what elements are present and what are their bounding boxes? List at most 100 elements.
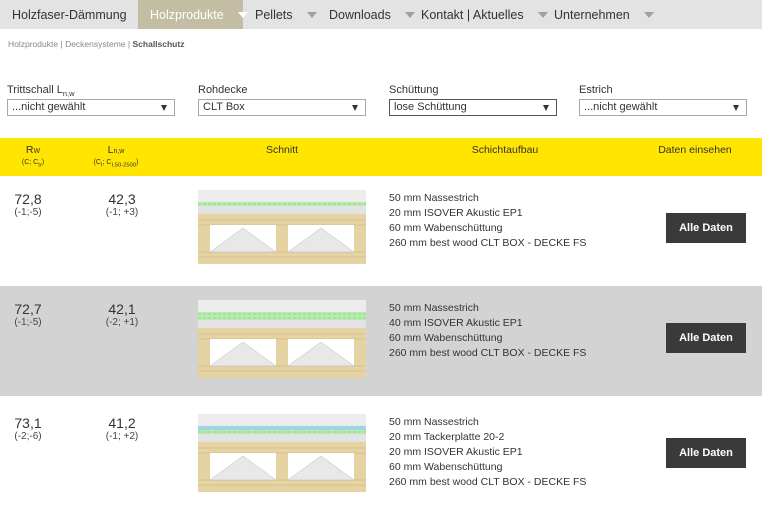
layer-fill (198, 320, 366, 328)
nav-label: Kontakt | Aktuelles (421, 7, 524, 22)
select-value: ...nicht gewählt (584, 101, 658, 113)
note-end: ) (136, 159, 139, 166)
caret-down-icon (352, 105, 358, 111)
lnw-value: 42,1 (108, 301, 136, 317)
layer-item: 60 mm Wabenschüttung (389, 461, 503, 473)
chevron-down-icon (306, 11, 317, 18)
filter-label-text: Schüttung (389, 84, 439, 96)
breadcrumb-separator: | (60, 39, 63, 49)
schuettung-select[interactable]: lose Schüttung (389, 99, 557, 116)
layer-screed (198, 300, 366, 312)
layer-item: 60 mm Wabenschüttung (389, 222, 503, 234)
header-lnw[interactable]: Ln,w (CI; CI,50-2500) (86, 144, 146, 170)
nav-label: Pellets (255, 7, 293, 22)
caret-down-icon (543, 105, 549, 111)
nav-label: Unternehmen (554, 7, 630, 22)
estrich-select[interactable]: ...nicht gewählt (579, 99, 747, 116)
filter-rohdecke: Rohdecke CLT Box (198, 84, 366, 116)
filter-label: Estrich (579, 84, 747, 99)
caret-down-icon (733, 105, 739, 111)
nav-label: Downloads (329, 7, 391, 22)
cross-section-image (198, 414, 366, 492)
layer-item: 40 mm ISOVER Akustic EP1 (389, 317, 523, 329)
header-rw-note: (C; Ctr) (8, 158, 58, 170)
nav-label: Holzfaser-Dämmung (12, 7, 127, 22)
header-daten: Daten einsehen (658, 144, 732, 156)
filter-label: Trittschall Ln,w (7, 84, 175, 99)
breadcrumb-current: Schallschutz (132, 39, 185, 49)
layer-item: 20 mm ISOVER Akustic EP1 (389, 446, 523, 458)
select-value: CLT Box (203, 101, 245, 113)
all-data-button[interactable]: Alle Daten (666, 323, 746, 353)
filter-label: Rohdecke (198, 84, 366, 99)
select-value: lose Schüttung (394, 101, 467, 113)
layer-list: 50 mm Nassestrich 20 mm ISOVER Akustic E… (389, 191, 586, 251)
nav-label: Holzprodukte (150, 7, 224, 22)
rohdecke-select[interactable]: CLT Box (198, 99, 366, 116)
layer-fill (198, 434, 366, 442)
layer-item: 20 mm Tackerplatte 20-2 (389, 431, 505, 443)
note-end: ) (41, 159, 45, 166)
filter-label-text: Estrich (579, 84, 613, 96)
layer-item: 260 mm best wood CLT BOX - DECKE FS (389, 237, 587, 249)
nav-item-holzfaser[interactable]: Holzfaser-Dämmung (0, 0, 151, 29)
filter-label-text: Trittschall L (7, 84, 63, 96)
table-header: RW (C; Ctr) Ln,w (CI; CI,50-2500) Schnit… (0, 138, 762, 176)
layer-item: 260 mm best wood CLT BOX - DECKE FS (389, 476, 587, 488)
nav-item-downloads[interactable]: Downloads (317, 0, 415, 29)
caret-down-icon (161, 105, 167, 111)
breadcrumb-link[interactable]: Holzprodukte (8, 39, 58, 49)
nav-item-unternehmen[interactable]: Unternehmen (542, 0, 660, 29)
filter-trittschall: Trittschall Ln,w ...nicht gewählt (7, 84, 175, 116)
note-text: (C; C (21, 159, 39, 166)
layer-item: 50 mm Nassestrich (389, 192, 479, 204)
layer-item: 60 mm Wabenschüttung (389, 332, 503, 344)
layer-list: 50 mm Nassestrich 20 mm Tackerplatte 20-… (389, 415, 586, 490)
trittschall-select[interactable]: ...nicht gewählt (7, 99, 175, 116)
filter-label: Schüttung (389, 84, 557, 99)
layer-item: 50 mm Nassestrich (389, 302, 479, 314)
filter-label-sub: n,w (62, 89, 75, 99)
layer-tacker (198, 426, 366, 430)
layer-item: 20 mm ISOVER Akustic EP1 (389, 207, 523, 219)
lnw-correction: (-1; +3) (105, 207, 139, 218)
lnw-value: 41,2 (108, 415, 136, 431)
rw-value: 72,7 (14, 301, 42, 317)
lnw-correction: (-2; +1) (105, 317, 139, 328)
header-rw[interactable]: RW (C; Ctr) (8, 144, 58, 170)
rw-value: 73,1 (14, 415, 42, 431)
main-nav: Holzfaser-Dämmung Holzprodukte Pellets D… (0, 0, 762, 29)
layer-item: 50 mm Nassestrich (389, 416, 479, 428)
table-row: 72,7 (-1;-5) 42,1 (-2; +1) 50 mm Nassest… (0, 286, 762, 396)
layer-list: 50 mm Nassestrich 40 mm ISOVER Akustic E… (389, 301, 586, 361)
rw-correction: (-1;-5) (14, 317, 42, 328)
all-data-button[interactable]: Alle Daten (666, 213, 746, 243)
chevron-down-icon (643, 11, 654, 18)
layer-item: 260 mm best wood CLT BOX - DECKE FS (389, 347, 587, 359)
select-value: ...nicht gewählt (12, 101, 86, 113)
breadcrumb-link[interactable]: Deckensysteme (65, 39, 125, 49)
filter-schuettung: Schüttung lose Schüttung (389, 84, 557, 116)
rw-correction: (-1;-5) (14, 207, 42, 218)
header-schnitt: Schnitt (265, 144, 299, 156)
layer-screed (198, 190, 366, 202)
layer-insulation (198, 312, 366, 320)
layer-screed (198, 414, 366, 426)
table-row: 72,8 (-1;-5) 42,3 (-1; +3) 50 mm Nassest… (0, 176, 762, 286)
breadcrumb-separator: | (127, 39, 131, 49)
all-data-button[interactable]: Alle Daten (666, 438, 746, 468)
breadcrumb: Holzprodukte | Deckensysteme | Schallsch… (8, 39, 184, 49)
filter-estrich: Estrich ...nicht gewählt (579, 84, 747, 116)
table-row: 73,1 (-2;-6) 41,2 (-1; +2) 50 mm Nassest… (0, 400, 762, 508)
header-rw-sub: W (33, 148, 41, 155)
lnw-value: 42,3 (108, 191, 136, 207)
nav-item-holzprodukte[interactable]: Holzprodukte (138, 0, 248, 29)
cross-section-image (198, 300, 366, 378)
header-schichtaufbau: Schichtaufbau (471, 144, 539, 156)
cross-section-image (198, 190, 366, 264)
nav-item-kontakt[interactable]: Kontakt | Aktuelles (409, 0, 548, 29)
nav-item-pellets[interactable]: Pellets (243, 0, 317, 29)
layer-fill (198, 206, 366, 214)
filter-label-text: Rohdecke (198, 84, 248, 96)
rw-correction: (-2;-6) (14, 431, 42, 442)
